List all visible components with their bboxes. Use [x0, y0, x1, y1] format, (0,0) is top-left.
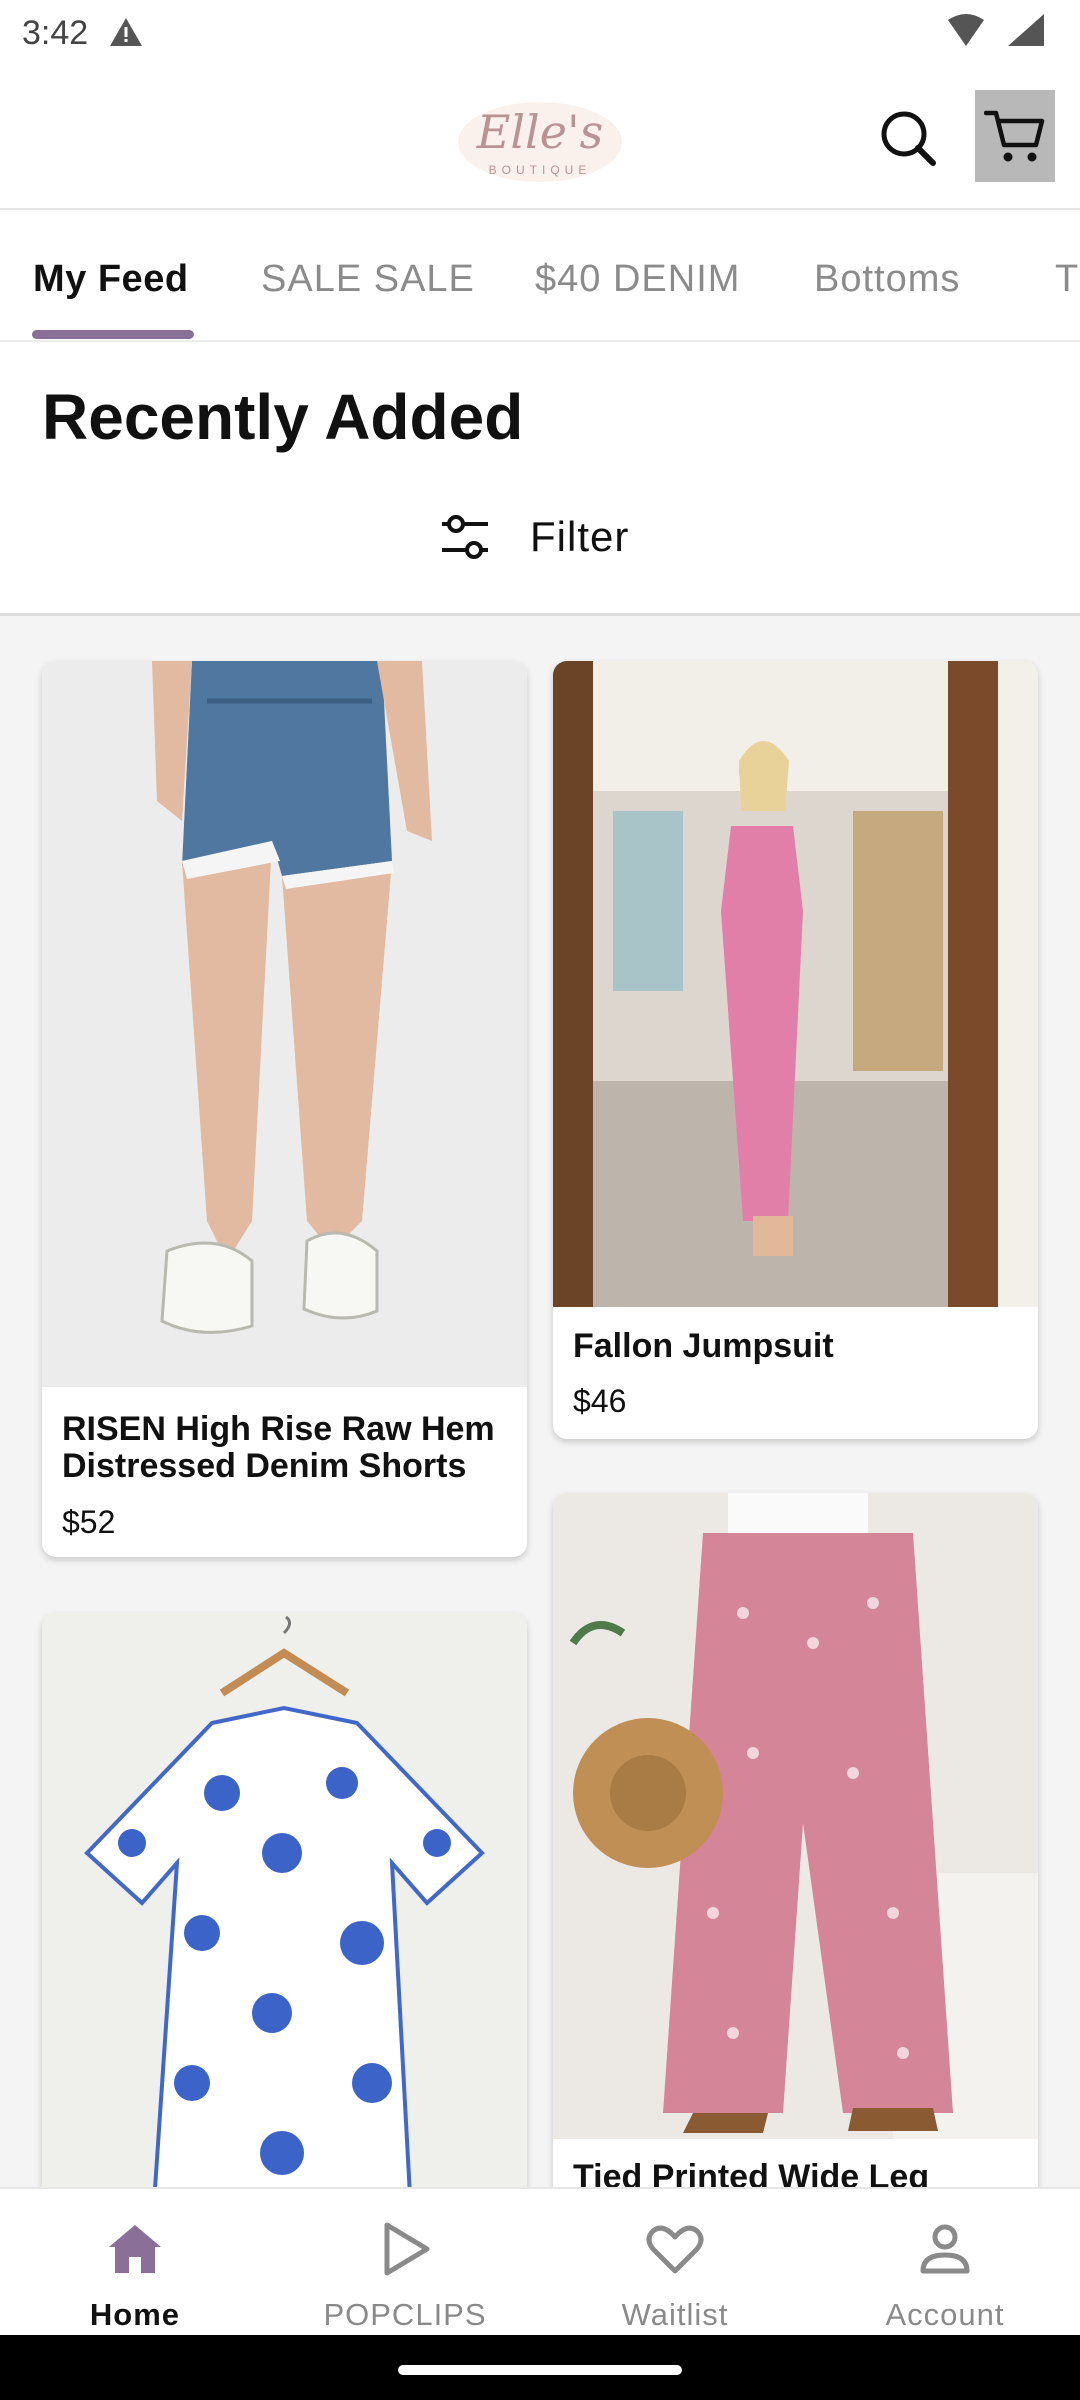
tab-sale-sale[interactable]: SALE SALE — [261, 258, 475, 301]
status-time: 3:42 — [22, 14, 89, 52]
search-button[interactable] — [872, 102, 944, 174]
svg-text:BOUTIQUE: BOUTIQUE — [489, 163, 592, 177]
filter-label: Filter — [530, 513, 630, 560]
nav-account[interactable]: Account — [810, 2189, 1080, 2337]
nav-label: Account — [885, 2297, 1005, 2332]
product-image[interactable] — [553, 1493, 1038, 2139]
product-image[interactable] — [42, 1613, 527, 2187]
gesture-handle[interactable] — [398, 2365, 682, 2375]
product-card[interactable]: Fallon Jumpsuit $46 — [553, 661, 1038, 1439]
product-image[interactable] — [553, 661, 1038, 1307]
nav-label: POPCLIPS — [323, 2297, 487, 2332]
search-icon — [881, 111, 936, 166]
product-title[interactable]: RISEN High Rise Raw Hem Distressed Denim… — [62, 1411, 517, 1485]
home-icon — [109, 2225, 161, 2273]
product-card[interactable]: RISEN High Rise Raw Hem Distressed Denim… — [42, 661, 527, 1557]
category-tabs: My Feed SALE SALE $40 DENIM Bottoms T — [0, 210, 1080, 342]
brand-logo[interactable]: Elle's BOUTIQUE — [450, 84, 630, 194]
product-card[interactable]: Tied Printed Wide Leg — [553, 1493, 1038, 2187]
person-icon — [920, 2224, 970, 2274]
system-gesture-bar — [0, 2335, 1080, 2400]
signal-icons — [948, 14, 1044, 46]
product-title[interactable]: Tied Printed Wide Leg — [573, 2159, 1028, 2188]
product-title-line: RISEN High Rise Raw Hem — [62, 1410, 495, 1448]
product-image[interactable] — [42, 661, 527, 1387]
cart-icon — [984, 110, 1045, 162]
tab-my-feed[interactable]: My Feed — [33, 258, 189, 301]
product-card[interactable] — [42, 1613, 527, 2187]
nav-home[interactable]: Home — [0, 2189, 270, 2337]
bottom-nav: Home POPCLIPS Waitlist Account — [0, 2187, 1080, 2335]
product-feed[interactable]: RISEN High Rise Raw Hem Distressed Denim… — [0, 613, 1080, 2187]
sliders-icon — [442, 515, 488, 559]
active-tab-indicator — [32, 330, 194, 339]
tab-overflow[interactable]: T — [1055, 258, 1079, 301]
play-icon — [384, 2222, 430, 2276]
nav-label: Home — [89, 2297, 181, 2332]
product-title[interactable]: Fallon Jumpsuit — [573, 1328, 1028, 1365]
nav-label: Waitlist — [621, 2297, 729, 2332]
nav-waitlist[interactable]: Waitlist — [540, 2189, 810, 2337]
svg-text:Elle's: Elle's — [476, 105, 603, 159]
product-price: $46 — [573, 1383, 627, 1419]
tab-bottoms[interactable]: Bottoms — [814, 258, 960, 301]
nav-popclips[interactable]: POPCLIPS — [270, 2189, 540, 2337]
product-price: $52 — [62, 1504, 116, 1540]
tab-40-denim[interactable]: $40 DENIM — [535, 258, 740, 301]
filter-button[interactable]: Filter — [440, 505, 629, 569]
cart-button[interactable] — [975, 90, 1055, 182]
section-title: Recently Added — [42, 381, 524, 453]
status-bar: 3:42 — [0, 0, 1080, 64]
product-title-line: Distressed Denim Shorts — [62, 1447, 467, 1485]
alert-icon — [110, 18, 142, 46]
heart-icon — [646, 2225, 704, 2274]
app-header: Elle's BOUTIQUE — [0, 64, 1080, 210]
